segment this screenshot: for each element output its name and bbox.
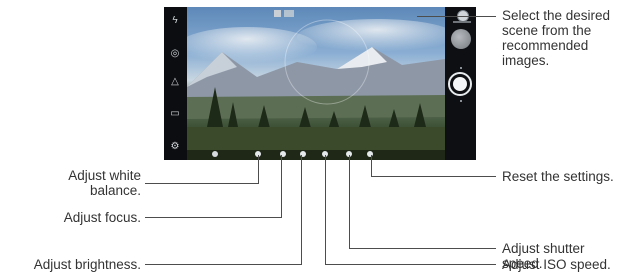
leader-focus-v <box>281 155 282 218</box>
shutter-button[interactable] <box>448 72 472 96</box>
leader-shutter-speed <box>349 248 496 249</box>
leader-iso <box>325 264 496 265</box>
leader-reset-v <box>371 155 372 177</box>
callout-reset: Reset the settings. <box>502 169 614 184</box>
indicator-dot <box>460 67 462 69</box>
camera-controls <box>445 7 476 160</box>
reset-icon[interactable] <box>367 151 373 157</box>
leader-focus <box>145 217 282 218</box>
leader-white-balance-v <box>258 155 259 184</box>
ratio-icon[interactable]: ▭ <box>168 107 182 121</box>
callout-scene: Select the desired scene from the recomm… <box>502 8 611 68</box>
settings-icon[interactable]: ⚙ <box>168 140 182 154</box>
callout-white-balance: Adjust white balance. <box>68 168 141 198</box>
leader-scene <box>417 16 496 17</box>
landscape-image <box>187 10 445 160</box>
camera-screen: ϟ ◎ △ ▭ ⚙ <box>164 7 476 160</box>
scene-selector-label <box>453 21 471 23</box>
switch-camera-icon[interactable]: ◎ <box>168 47 182 61</box>
manual-controls-bar <box>187 150 445 160</box>
leader-brightness-v <box>301 155 302 265</box>
gallery-thumbnail[interactable] <box>451 29 471 49</box>
auto-icon[interactable] <box>212 151 218 157</box>
callout-brightness: Adjust brightness. <box>33 257 141 272</box>
leader-brightness <box>145 264 302 265</box>
callout-iso: Adjust ISO speed. <box>502 257 611 272</box>
leader-reset <box>371 176 496 177</box>
callout-focus: Adjust focus. <box>63 210 141 225</box>
flash-icon[interactable]: ϟ <box>168 14 182 28</box>
leader-iso-v <box>325 155 326 265</box>
indicator-dot <box>460 100 462 102</box>
viewfinder <box>187 7 445 160</box>
camera-sidebar: ϟ ◎ △ ▭ ⚙ <box>164 7 187 160</box>
filter-icon[interactable]: △ <box>168 75 182 89</box>
leader-white-balance <box>145 183 259 184</box>
leader-shutter-speed-v <box>349 155 350 249</box>
